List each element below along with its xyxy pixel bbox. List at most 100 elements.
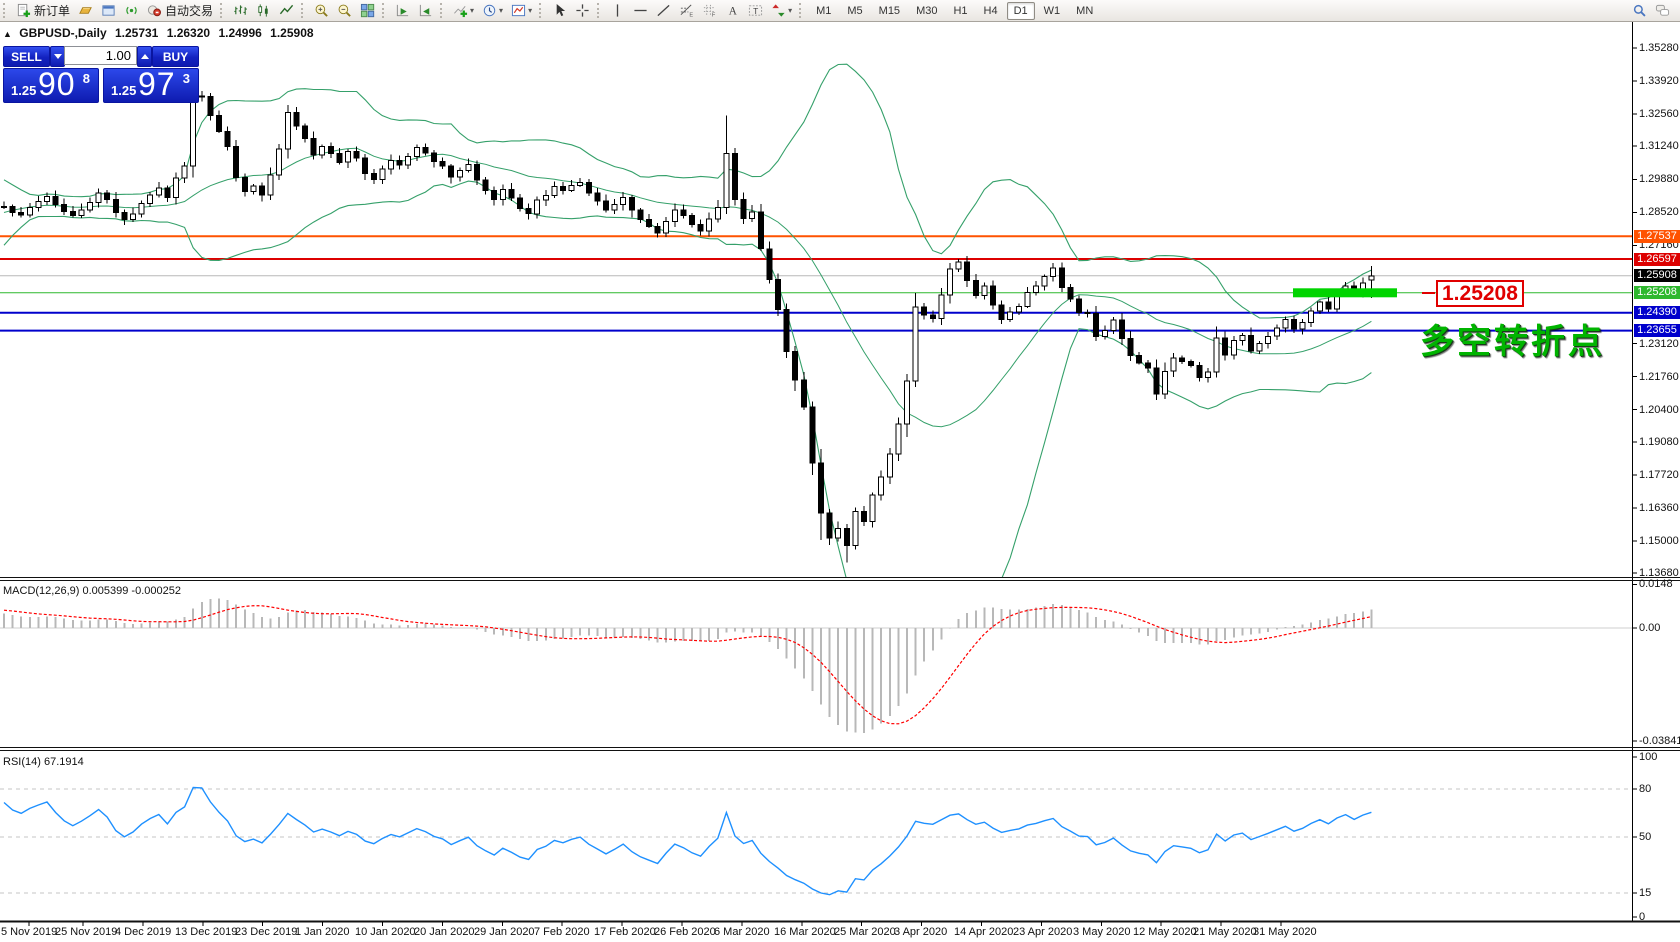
toolbar-horizontal-line-button[interactable] xyxy=(630,1,651,21)
toolbar-grip[interactable] xyxy=(382,3,387,18)
buy-price-box[interactable]: 1.25 97 3 xyxy=(103,68,199,103)
label-t-icon: T xyxy=(748,3,763,18)
grid-f-icon: F xyxy=(702,3,717,18)
chat-icon xyxy=(1655,3,1670,18)
svg-text:E: E xyxy=(689,13,693,18)
trend-icon xyxy=(656,3,671,18)
chart-ohlc-header: ▲ GBPUSD-,Daily 1.25731 1.26320 1.24996 … xyxy=(3,26,319,40)
toolbar-arrows-button[interactable]: ▾ xyxy=(768,1,795,21)
timeframe-h4-button[interactable]: H4 xyxy=(977,2,1005,20)
ohlc-close: 1.25908 xyxy=(270,26,313,40)
price-callout[interactable]: 1.25208 xyxy=(1436,280,1524,307)
toolbar-templates-button[interactable]: ▾ xyxy=(508,1,535,21)
toolbar-grip[interactable] xyxy=(799,3,804,18)
crosshair-icon xyxy=(575,3,590,18)
toolbar-button-label: 自动交易 xyxy=(165,2,213,19)
toolbar-periods-button[interactable]: ▾ xyxy=(479,1,506,21)
toolbar-grip[interactable] xyxy=(301,3,306,18)
ohlc-open: 1.25731 xyxy=(115,26,158,40)
volume-up-button[interactable] xyxy=(137,46,152,67)
svg-text:T: T xyxy=(753,6,758,16)
toolbar-search-button[interactable] xyxy=(1629,1,1650,21)
volume-down-button[interactable] xyxy=(50,46,65,67)
zoom-in-icon xyxy=(314,3,329,18)
sell-price-pip: 8 xyxy=(83,71,90,86)
dropdown-arrow-icon[interactable]: ▾ xyxy=(788,6,792,15)
gold-icon xyxy=(78,3,93,18)
timeframe-mn-button[interactable]: MN xyxy=(1069,2,1100,20)
cursor-icon xyxy=(552,3,567,18)
toolbar-cursor-button[interactable] xyxy=(549,1,570,21)
autoscroll-icon xyxy=(395,3,410,18)
annotation-text-cn[interactable]: 多空转折点 xyxy=(1420,314,1605,363)
toolbar-signals-button[interactable] xyxy=(121,1,142,21)
toolbar-grip[interactable] xyxy=(539,3,544,18)
vline-icon xyxy=(610,3,625,18)
toolbar-indicators-button[interactable]: ▾ xyxy=(450,1,477,21)
timeframe-d1-button[interactable]: D1 xyxy=(1007,2,1035,20)
toolbar-auto-scroll-button[interactable] xyxy=(392,1,413,21)
chart-bars-icon xyxy=(233,3,248,18)
toolbar-chart-line-button[interactable] xyxy=(276,1,297,21)
volume-input[interactable] xyxy=(64,46,137,65)
toolbar: 新订单 自动交易 ▾ ▾ ▾ E F A T ▾ M1M5M15M30H1H4D1W1MN xyxy=(0,0,1680,22)
toolbar-text-button[interactable]: A xyxy=(722,1,743,21)
timeframe-w1-button[interactable]: W1 xyxy=(1037,2,1068,20)
rsi-indicator-label: RSI(14) 67.1914 xyxy=(3,756,84,768)
toolbar-zoom-in-button[interactable] xyxy=(311,1,332,21)
toolbar-chat-button[interactable] xyxy=(1652,1,1673,21)
toolbar-chart-bars-button[interactable] xyxy=(230,1,251,21)
chart-plot[interactable] xyxy=(0,0,1680,942)
toolbar-zoom-out-button[interactable] xyxy=(334,1,355,21)
buy-price-small: 1.25 xyxy=(111,83,136,98)
window-icon xyxy=(101,3,116,18)
toolbar-vertical-line-button[interactable] xyxy=(607,1,628,21)
toolbar-fibonacci-button[interactable]: E xyxy=(676,1,697,21)
timeframe-m15-button[interactable]: M15 xyxy=(872,2,907,20)
dropdown-arrow-icon[interactable]: ▾ xyxy=(470,6,474,15)
text-a-icon: A xyxy=(725,3,740,18)
timeframe-m30-button[interactable]: M30 xyxy=(909,2,944,20)
buy-price-big: 97 xyxy=(138,68,176,103)
toolbar-chart-shift-button[interactable] xyxy=(415,1,436,21)
ohlc-high: 1.26320 xyxy=(167,26,210,40)
zoom-out-icon xyxy=(337,3,352,18)
toolbar-text-label-button[interactable]: T xyxy=(745,1,766,21)
toolbar-chart-candles-button[interactable] xyxy=(253,1,274,21)
toolbar-equidistant-channel-button[interactable]: F xyxy=(699,1,720,21)
tiles-icon xyxy=(360,3,375,18)
indicators-icon xyxy=(453,3,468,18)
clock-icon xyxy=(482,3,497,18)
signal-icon xyxy=(124,3,139,18)
toolbar-tile-windows-button[interactable] xyxy=(357,1,378,21)
toolbar-auto-trading-button[interactable]: 自动交易 xyxy=(144,1,216,21)
doc-plus-icon xyxy=(16,3,31,18)
macd-signal-line xyxy=(4,606,1371,724)
timeframe-h1-button[interactable]: H1 xyxy=(946,2,974,20)
toolbar-grip[interactable] xyxy=(220,3,225,18)
timeframe-m1-button[interactable]: M1 xyxy=(809,2,838,20)
toolbar-grip[interactable] xyxy=(597,3,602,18)
autotrade-icon xyxy=(147,3,162,18)
sell-button[interactable]: SELL xyxy=(3,46,50,67)
toolbar-grip[interactable] xyxy=(440,3,445,18)
macd-histogram xyxy=(4,599,1371,733)
toolbar-grip[interactable] xyxy=(3,3,8,18)
svg-text:F: F xyxy=(712,13,716,18)
dropdown-arrow-icon[interactable]: ▾ xyxy=(499,6,503,15)
triangle-down-icon xyxy=(54,54,62,59)
hline-icon xyxy=(633,3,648,18)
toolbar-crosshair-button[interactable] xyxy=(572,1,593,21)
toolbar-trendline-button[interactable] xyxy=(653,1,674,21)
collapse-triangle-icon[interactable]: ▲ xyxy=(3,29,12,39)
toolbar-new-order-button[interactable]: 新订单 xyxy=(13,1,73,21)
toolbar-market-gold-button[interactable] xyxy=(75,1,96,21)
dropdown-arrow-icon[interactable]: ▾ xyxy=(528,6,532,15)
chart-line-icon xyxy=(279,3,294,18)
toolbar-terminal-window-button[interactable] xyxy=(98,1,119,21)
triangle-up-icon xyxy=(141,54,149,59)
timeframe-m5-button[interactable]: M5 xyxy=(840,2,869,20)
templates-icon xyxy=(511,3,526,18)
buy-button[interactable]: BUY xyxy=(152,46,199,67)
sell-price-box[interactable]: 1.25 90 8 xyxy=(3,68,99,103)
